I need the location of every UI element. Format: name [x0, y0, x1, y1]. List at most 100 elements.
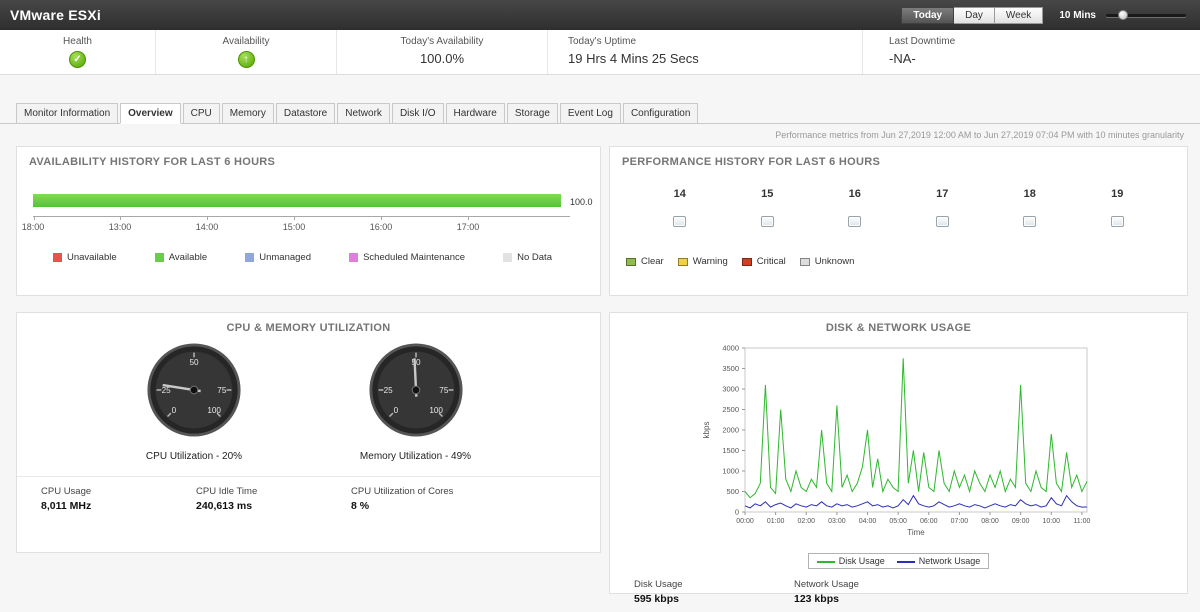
legend-swatch: [800, 258, 810, 266]
slider-handle-icon[interactable]: [1118, 10, 1128, 20]
hour-column: 19: [1074, 188, 1162, 232]
app-header: VMware ESXi Today Day Week 10 Mins: [0, 0, 1200, 30]
tab-overview[interactable]: Overview: [120, 103, 180, 124]
tab-configuration[interactable]: Configuration: [623, 103, 698, 124]
todays-availability-cell: Today's Availability 100.0%: [337, 30, 548, 74]
tab-network[interactable]: Network: [337, 103, 390, 124]
svg-text:25: 25: [383, 386, 393, 395]
legend-label: Disk Usage: [839, 556, 885, 566]
time-range-week-button[interactable]: Week: [995, 7, 1043, 24]
legend-swatch: [245, 253, 254, 262]
legend-label: Warning: [693, 256, 728, 267]
legend-swatch: [742, 258, 752, 266]
health-cell: Health ✓: [0, 30, 156, 74]
cpu-usage-stat: CPU Usage 8,011 MHz: [41, 486, 196, 512]
svg-text:02:00: 02:00: [797, 518, 815, 525]
svg-text:03:00: 03:00: [828, 518, 846, 525]
x-tick-label: 17:00: [457, 222, 480, 232]
legend-swatch: [349, 253, 358, 262]
legend-label: Scheduled Maintenance: [363, 252, 465, 263]
svg-text:0: 0: [393, 406, 398, 415]
legend-label: Unmanaged: [259, 252, 311, 263]
availability-bar-value: 100.0: [570, 197, 593, 207]
time-range-switcher: Today Day Week: [901, 7, 1043, 24]
svg-text:09:00: 09:00: [1011, 518, 1029, 525]
legend-swatch: [626, 258, 636, 266]
svg-text:06:00: 06:00: [919, 518, 937, 525]
legend-label: No Data: [517, 252, 552, 263]
legend-item-scheduled-maintenance: Scheduled Maintenance: [349, 252, 465, 263]
cpu-memory-panel-title: CPU & MEMORY UTILIZATION: [17, 313, 600, 340]
hour-column: 18: [986, 188, 1074, 232]
availability-cell: Availability ↑: [156, 30, 337, 74]
granularity-slider[interactable]: [1106, 9, 1186, 21]
stat-value: 8 %: [351, 500, 600, 512]
availability-up-arrow-icon: ↑: [238, 51, 255, 68]
cpu-utilization-label: CPU Utilization - 20%: [146, 451, 242, 462]
tab-monitor-information[interactable]: Monitor Information: [16, 103, 118, 124]
svg-text:100: 100: [429, 406, 443, 415]
todays-uptime-cell: Today's Uptime 19 Hrs 4 Mins 25 Secs: [548, 30, 863, 74]
tab-disk-io[interactable]: Disk I/O: [392, 103, 444, 124]
hour-column: 15: [724, 188, 812, 232]
metrics-range-note: Performance metrics from Jun 27,2019 12:…: [0, 124, 1200, 142]
tab-datastore[interactable]: Datastore: [276, 103, 335, 124]
legend-label: Critical: [757, 256, 786, 267]
hour-column: 17: [899, 188, 987, 232]
last-downtime-cell: Last Downtime -NA-: [863, 30, 1200, 74]
hour-status-window-icon[interactable]: [1023, 216, 1036, 227]
legend-item-unmanaged: Unmanaged: [245, 252, 311, 263]
todays-uptime-value: 19 Hrs 4 Mins 25 Secs: [568, 51, 862, 66]
gauge-dial: 0 25 50 75 100: [146, 342, 242, 438]
hour-status-window-icon[interactable]: [1111, 216, 1124, 227]
svg-text:0: 0: [172, 406, 177, 415]
stat-label: CPU Usage: [41, 486, 196, 497]
hour-status-window-icon[interactable]: [848, 216, 861, 227]
tab-event-log[interactable]: Event Log: [560, 103, 621, 124]
performance-legend: Clear Warning Critical Unknown: [610, 232, 1187, 267]
disk-network-stats-row: Disk Usage 595 kbps Network Usage 123 kb…: [610, 569, 1187, 605]
legend-item-available: Available: [155, 252, 207, 263]
health-check-icon: ✓: [69, 51, 86, 68]
legend-item-warning: Warning: [678, 256, 728, 267]
availability-panel-title: AVAILABILITY HISTORY FOR LAST 6 HOURS: [17, 147, 600, 174]
tab-cpu[interactable]: CPU: [183, 103, 220, 124]
tab-memory[interactable]: Memory: [222, 103, 274, 124]
svg-text:4000: 4000: [722, 344, 739, 353]
x-tick-label: 14:00: [196, 222, 219, 232]
gauge-dial: 0 25 50 75 100: [368, 342, 464, 438]
svg-text:04:00: 04:00: [858, 518, 876, 525]
monitor-tabs: Monitor Information Overview CPU Memory …: [0, 103, 1200, 124]
header-controls: Today Day Week 10 Mins: [901, 7, 1190, 24]
gauges-row: 0 25 50 75 100 CPU Utilization - 20%: [17, 340, 600, 462]
hour-label: 15: [724, 188, 812, 200]
svg-text:2500: 2500: [722, 405, 739, 414]
performance-history-panel: PERFORMANCE HISTORY FOR LAST 6 HOURS 14 …: [609, 146, 1188, 296]
hour-label: 19: [1074, 188, 1162, 200]
todays-availability-value: 100.0%: [337, 51, 547, 66]
tab-hardware[interactable]: Hardware: [446, 103, 505, 124]
x-tick-label: 15:00: [283, 222, 306, 232]
time-range-today-button[interactable]: Today: [901, 7, 954, 24]
hour-status-window-icon[interactable]: [936, 216, 949, 227]
svg-text:75: 75: [217, 386, 227, 395]
time-range-day-button[interactable]: Day: [954, 7, 995, 24]
usage-chart-wrap: 0500100015002000250030003500400000:0001:…: [610, 340, 1187, 569]
granularity-label: 10 Mins: [1059, 10, 1096, 21]
hour-status-window-icon[interactable]: [761, 216, 774, 227]
stat-value: 123 kbps: [794, 593, 954, 605]
cpu-memory-panel: CPU & MEMORY UTILIZATION 0 25 50 7: [16, 312, 601, 553]
legend-item-unavailable: Unavailable: [53, 252, 117, 263]
cpu-stats-row: CPU Usage 8,011 MHz CPU Idle Time 240,61…: [17, 476, 600, 512]
legend-item-critical: Critical: [742, 256, 786, 267]
todays-availability-label: Today's Availability: [337, 36, 547, 47]
cpu-idle-time-stat: CPU Idle Time 240,613 ms: [196, 486, 351, 512]
dashboard-content: AVAILABILITY HISTORY FOR LAST 6 HOURS 10…: [0, 142, 1200, 594]
legend-swatch: [678, 258, 688, 266]
hour-status-window-icon[interactable]: [673, 216, 686, 227]
tab-storage[interactable]: Storage: [507, 103, 558, 124]
hour-column: 16: [811, 188, 899, 232]
svg-text:08:00: 08:00: [981, 518, 999, 525]
legend-label: Network Usage: [919, 556, 981, 566]
performance-hours-row: 14 15 16 17 18 19: [610, 174, 1187, 232]
